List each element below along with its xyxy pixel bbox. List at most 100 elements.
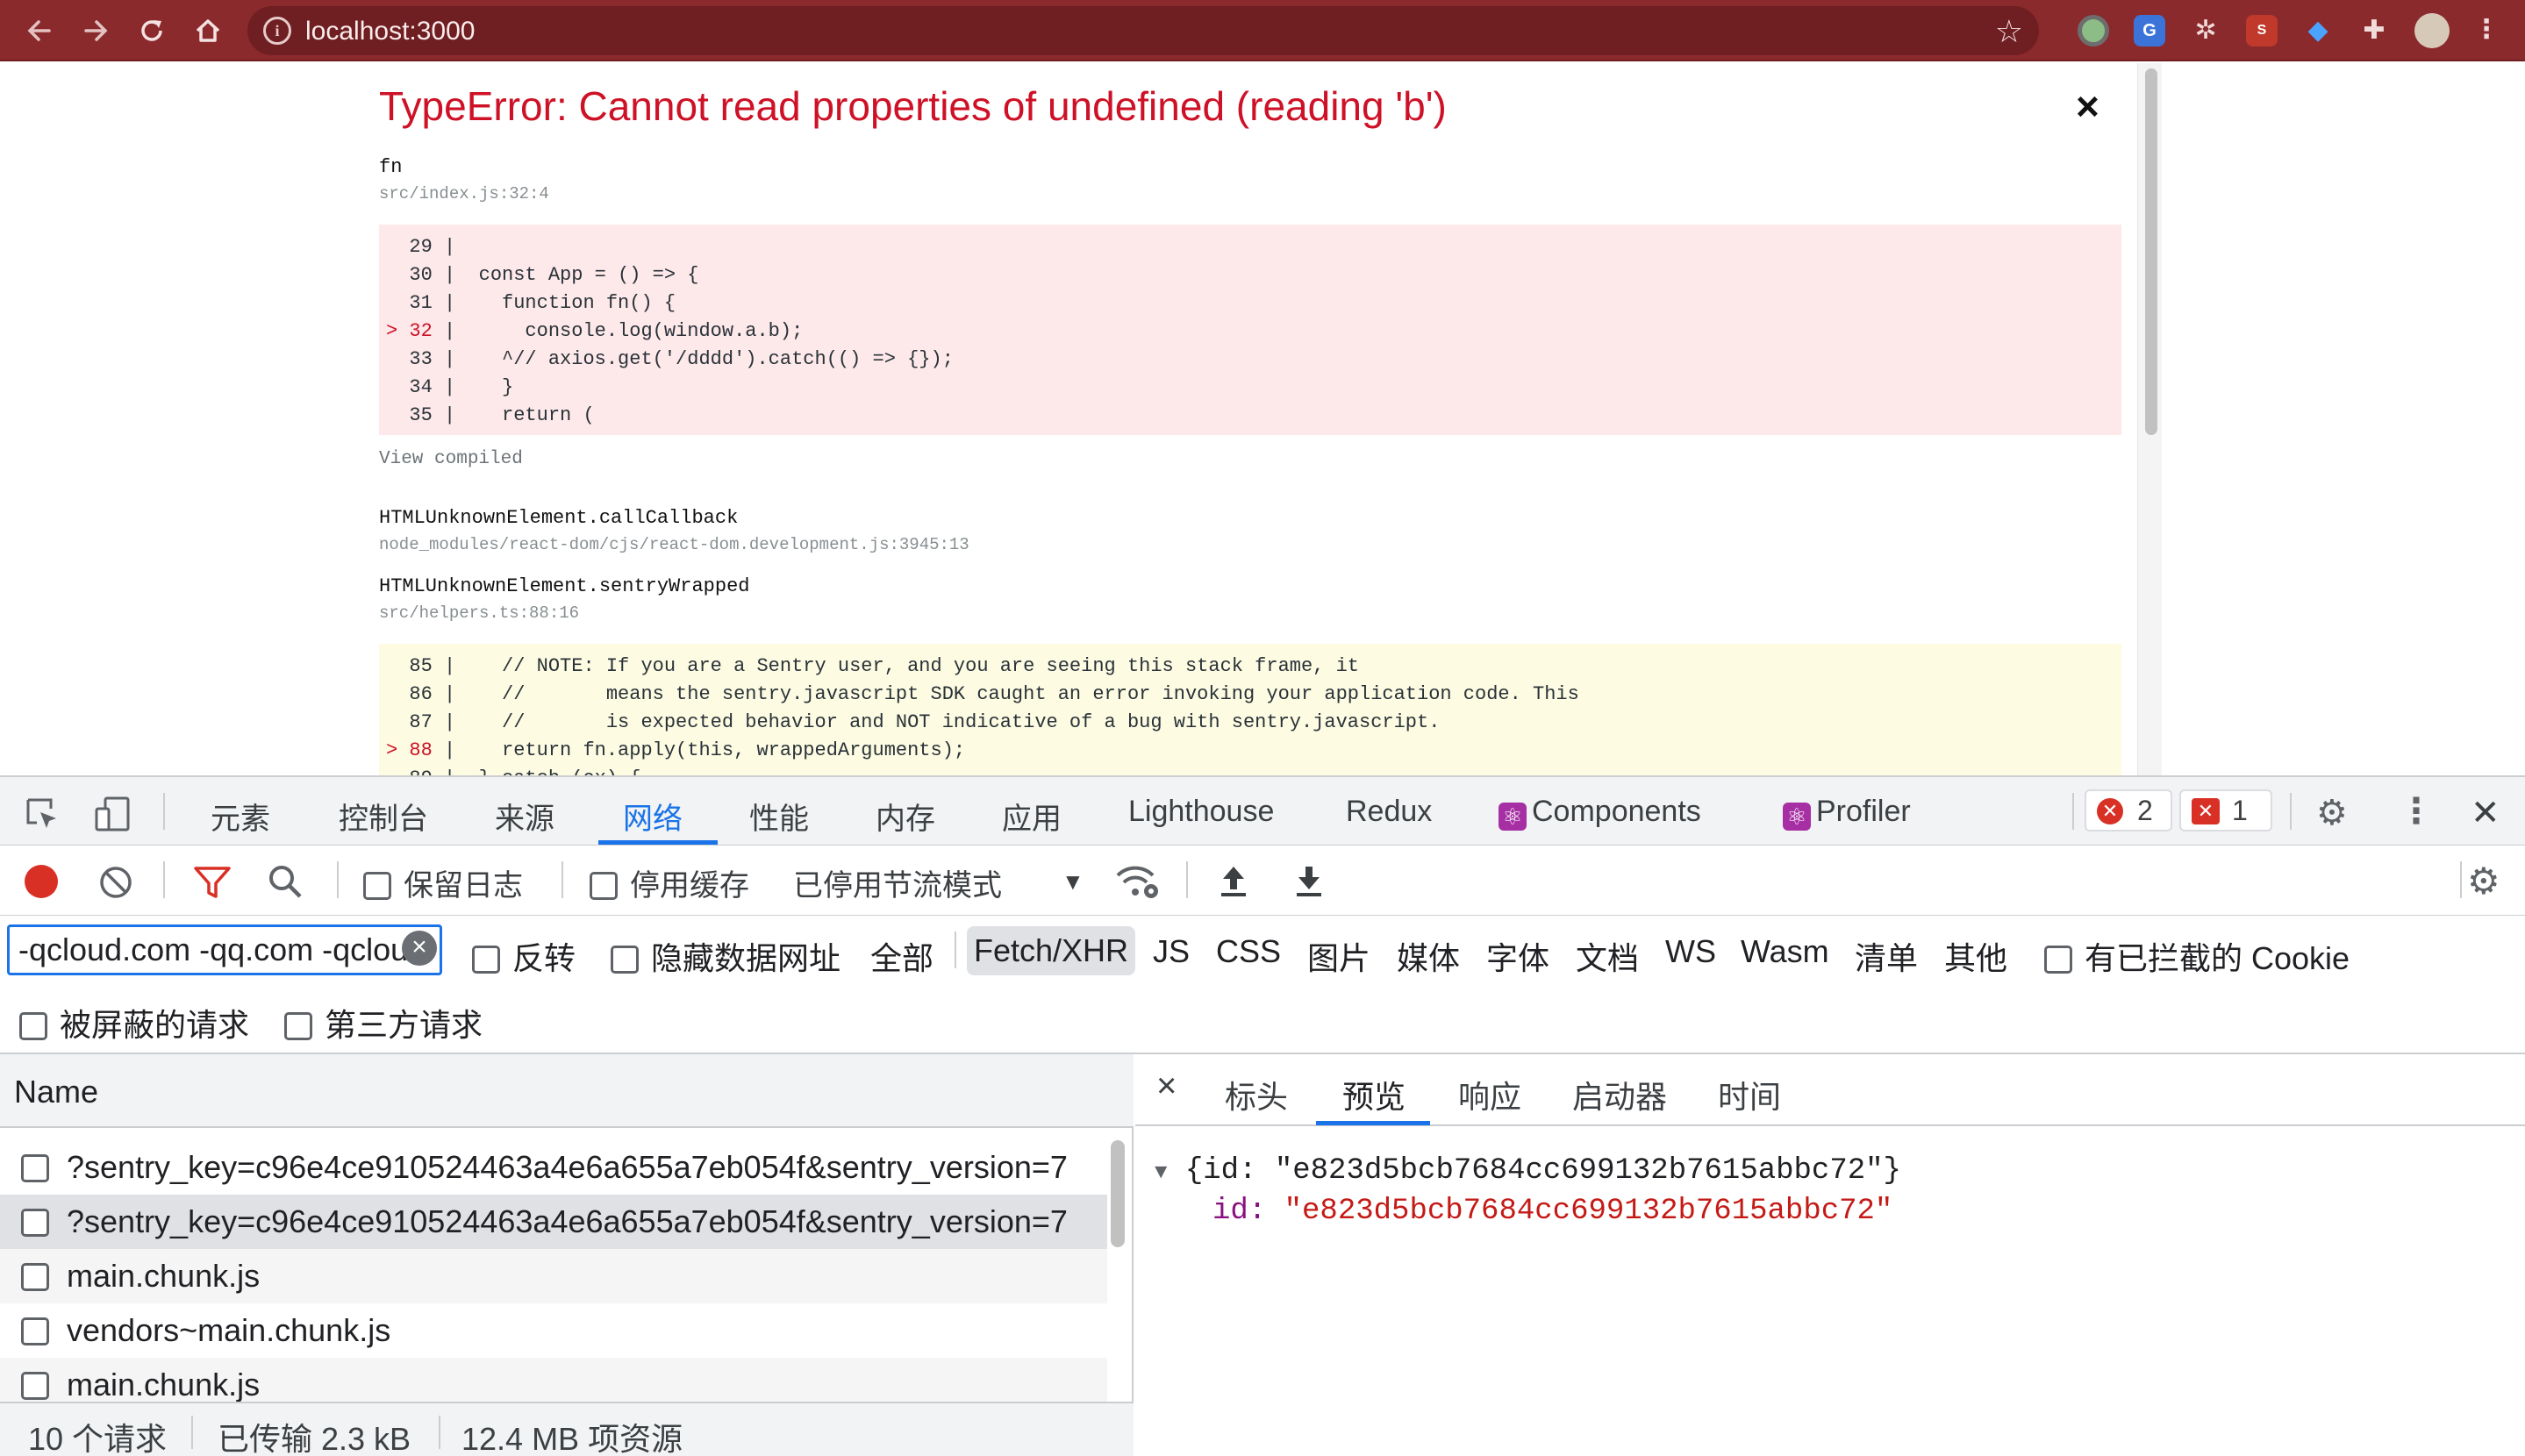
filter-type-img[interactable]: 图片 bbox=[1307, 933, 1370, 979]
filter-type-css[interactable]: CSS bbox=[1216, 933, 1281, 970]
tab-lighthouse[interactable]: Lighthouse bbox=[1128, 795, 1274, 829]
settings-gear-icon[interactable]: ⚙ bbox=[2316, 793, 2348, 833]
checkbox[interactable] bbox=[21, 1263, 49, 1291]
tab-elements[interactable]: 元素 bbox=[211, 795, 270, 838]
checkbox[interactable] bbox=[21, 1372, 49, 1400]
view-compiled-link[interactable]: View compiled bbox=[379, 449, 523, 469]
inspect-element-icon[interactable] bbox=[25, 796, 60, 836]
stack-frame-location[interactable]: src/index.js:32:4 bbox=[379, 184, 549, 203]
record-icon[interactable] bbox=[25, 865, 58, 898]
filter-type-font[interactable]: 字体 bbox=[1486, 933, 1549, 979]
fan-extension[interactable]: ✲ bbox=[2190, 15, 2221, 46]
url-text[interactable]: localhost:3000 bbox=[305, 17, 475, 46]
third-party-checkbox[interactable]: 第三方请求 bbox=[284, 1000, 483, 1046]
puzzle-extension[interactable]: ✚ bbox=[2358, 15, 2390, 46]
clear-icon[interactable] bbox=[98, 865, 133, 904]
filter-type-all[interactable]: 全部 bbox=[870, 933, 933, 979]
checkbox[interactable] bbox=[611, 946, 639, 974]
checkbox[interactable] bbox=[21, 1154, 49, 1182]
tab-headers[interactable]: 标头 bbox=[1225, 1072, 1288, 1117]
request-list-scrollbar[interactable] bbox=[1111, 1140, 1125, 1247]
tab-redux[interactable]: Redux bbox=[1346, 795, 1432, 829]
disable-cache-checkbox[interactable]: 停用缓存 bbox=[590, 861, 749, 904]
tab-profiler[interactable]: ⚛ Profiler bbox=[1783, 795, 1911, 831]
name-column-header[interactable]: Name bbox=[14, 1074, 98, 1110]
tab-timing[interactable]: 时间 bbox=[1718, 1072, 1781, 1117]
checkbox[interactable] bbox=[2044, 946, 2072, 974]
filter-type-wasm[interactable]: Wasm bbox=[1741, 933, 1829, 970]
clear-filter-icon[interactable]: × bbox=[402, 931, 437, 966]
filter-type-other[interactable]: 其他 bbox=[1944, 933, 2007, 979]
tab-response[interactable]: 响应 bbox=[1458, 1072, 1521, 1117]
checkbox[interactable] bbox=[284, 1012, 312, 1040]
issue-count-badge[interactable]: ✕ 1 bbox=[2179, 789, 2272, 831]
table-row[interactable]: main.chunk.js bbox=[0, 1249, 1107, 1303]
tab-console[interactable]: 控制台 bbox=[339, 795, 428, 838]
tab-initiator[interactable]: 启动器 bbox=[1572, 1072, 1667, 1117]
close-detail-icon[interactable]: × bbox=[1156, 1067, 1177, 1106]
translate-extension[interactable]: G bbox=[2134, 15, 2165, 46]
filter-type-ws[interactable]: WS bbox=[1665, 933, 1716, 970]
network-settings-gear-icon[interactable]: ⚙ bbox=[2467, 860, 2500, 903]
invert-checkbox[interactable]: 反转 bbox=[472, 933, 576, 979]
json-property[interactable]: id: "e823d5bcb7684cc699132b7615abbc72" bbox=[1212, 1195, 1892, 1228]
table-row[interactable]: vendors~main.chunk.js bbox=[0, 1303, 1107, 1358]
checkbox[interactable] bbox=[21, 1209, 49, 1237]
close-icon[interactable]: × bbox=[2076, 82, 2099, 130]
tab-network[interactable]: 网络 bbox=[623, 795, 683, 838]
green-circle-extension[interactable] bbox=[2078, 15, 2109, 46]
tab-components[interactable]: ⚛ Components bbox=[1499, 795, 1701, 831]
menu-icon[interactable]: ⋮ bbox=[2471, 15, 2502, 46]
table-row[interactable]: ?sentry_key=c96e4ce910524463a4e6a655a7eb… bbox=[0, 1195, 1107, 1249]
stack-frame-location[interactable]: src/helpers.ts:88:16 bbox=[379, 603, 579, 623]
tab-application[interactable]: 应用 bbox=[1002, 795, 1062, 838]
site-info-icon[interactable]: i bbox=[263, 17, 291, 45]
page-scrollbar[interactable] bbox=[2137, 63, 2162, 775]
forward-icon[interactable] bbox=[75, 11, 116, 51]
tab-preview[interactable]: 预览 bbox=[1342, 1072, 1406, 1117]
close-devtools-icon[interactable]: ✕ bbox=[2471, 793, 2500, 833]
tab-performance[interactable]: 性能 bbox=[749, 795, 809, 838]
import-har-icon[interactable] bbox=[1218, 863, 1249, 903]
back-icon[interactable] bbox=[19, 11, 60, 51]
filter-icon[interactable] bbox=[193, 865, 232, 904]
throttling-select[interactable]: 已停用节流模式 bbox=[793, 861, 1002, 904]
checkbox[interactable] bbox=[21, 1317, 49, 1345]
gem-extension[interactable]: ◆ bbox=[2302, 15, 2334, 46]
device-toolbar-icon[interactable] bbox=[93, 795, 132, 838]
hide-data-urls-checkbox[interactable]: 隐藏数据网址 bbox=[611, 933, 840, 979]
network-conditions-icon[interactable] bbox=[1114, 863, 1160, 904]
json-preview-root[interactable]: ▼ {id: "e823d5bcb7684cc699132b7615abbc72… bbox=[1155, 1154, 1901, 1188]
red-square-extension[interactable]: S bbox=[2246, 15, 2278, 46]
filter-type-manifest[interactable]: 清单 bbox=[1855, 933, 1918, 979]
filter-type-doc[interactable]: 文档 bbox=[1576, 933, 1639, 979]
filter-type-js[interactable]: JS bbox=[1153, 933, 1190, 970]
checkbox[interactable] bbox=[590, 872, 618, 900]
error-count-badge[interactable]: ✕ 2 bbox=[2085, 789, 2172, 831]
request-list-header[interactable]: Name bbox=[0, 1054, 1134, 1128]
preserve-log-checkbox[interactable]: 保留日志 bbox=[363, 861, 523, 904]
expand-triangle-icon[interactable]: ▼ bbox=[1155, 1161, 1167, 1185]
table-row[interactable]: ?sentry_key=c96e4ce910524463a4e6a655a7eb… bbox=[0, 1140, 1107, 1195]
filter-type-media[interactable]: 媒体 bbox=[1397, 933, 1460, 979]
reload-icon[interactable] bbox=[132, 11, 172, 51]
checkbox[interactable] bbox=[472, 946, 500, 974]
scrollbar-thumb[interactable] bbox=[2145, 68, 2157, 435]
search-icon[interactable] bbox=[267, 863, 304, 904]
more-options-icon[interactable]: ⋮ bbox=[2399, 791, 2434, 831]
checkbox[interactable] bbox=[19, 1012, 47, 1040]
address-bar[interactable]: i localhost:3000 ☆ bbox=[247, 6, 2039, 55]
filter-input[interactable]: -qcloud.com -qq.com -qcloud bbox=[7, 924, 442, 975]
bookmark-star-icon[interactable]: ☆ bbox=[1995, 13, 2023, 50]
export-har-icon[interactable] bbox=[1293, 863, 1325, 903]
blocked-cookies-checkbox[interactable]: 有已拦截的 Cookie bbox=[2044, 933, 2350, 979]
blocked-requests-checkbox[interactable]: 被屏蔽的请求 bbox=[19, 1000, 249, 1046]
tab-memory[interactable]: 内存 bbox=[876, 795, 935, 838]
tab-sources[interactable]: 来源 bbox=[495, 795, 554, 838]
table-row[interactable]: main.chunk.js bbox=[0, 1358, 1107, 1402]
filter-type-fetch-xhr[interactable]: Fetch/XHR bbox=[967, 926, 1136, 975]
checkbox[interactable] bbox=[363, 872, 391, 900]
chevron-down-icon[interactable]: ▼ bbox=[1062, 868, 1084, 896]
profile-avatar[interactable] bbox=[2414, 13, 2450, 48]
stack-frame-location[interactable]: node_modules/react-dom/cjs/react-dom.dev… bbox=[379, 535, 969, 554]
